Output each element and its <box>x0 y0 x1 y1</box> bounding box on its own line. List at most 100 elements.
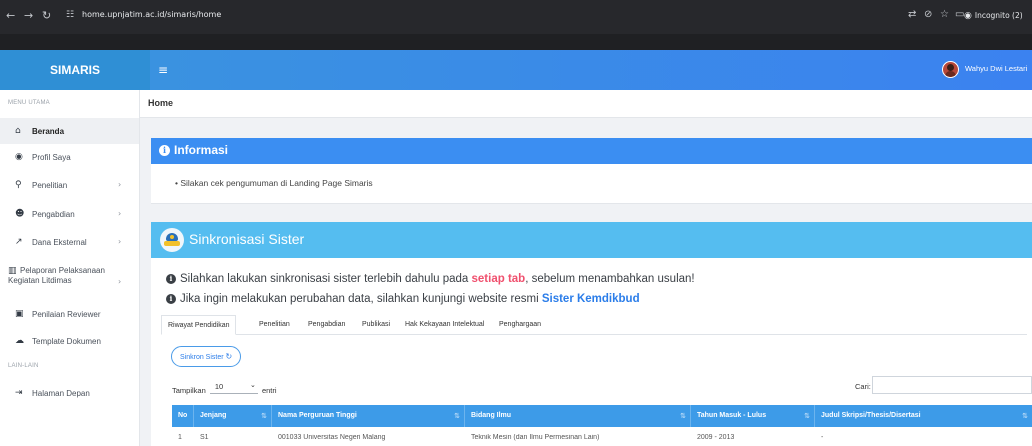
sort-icon: ⇅ <box>804 412 810 420</box>
informasi-title: Informasi <box>174 143 229 157</box>
sidebar-item-profil-saya[interactable]: ◉ Profil Saya <box>0 144 139 170</box>
table-cell: 001033 Universitas Negeri Malang <box>278 434 386 441</box>
sort-icon: ⇅ <box>680 412 686 420</box>
incognito-indicator[interactable]: ◉ Incognito (2) <box>964 8 1023 24</box>
sister-link-notice: i Jika ingin melakukan perubahan data, si… <box>166 293 640 305</box>
sidebar-item-pengabdian[interactable]: ☻ Pengabdian › <box>0 201 139 227</box>
sync-sister-button[interactable]: Sinkron Sister ↻ <box>171 346 242 367</box>
table-cell: S1 <box>200 434 209 441</box>
notice-text: Silahkan lakukan sinkronisasi sister ter… <box>180 273 472 285</box>
sort-icon: ⇅ <box>1022 412 1028 420</box>
informasi-item: • Silakan cek pengumuman di Landing Page… <box>175 178 373 188</box>
breadcrumb: Home <box>140 90 1032 118</box>
info-icon: i <box>159 145 170 156</box>
column-label: Jenjang <box>200 412 227 419</box>
sidebar-item-label-line2: Kegiatan Litdimas <box>8 276 72 285</box>
table-cell: Teknik Mesin (dan Ilmu Permesinan Lain) <box>471 434 600 441</box>
info-icon: i <box>166 294 176 304</box>
refresh-icon: ↻ <box>225 352 233 361</box>
translate-icon[interactable]: ⇄ <box>908 9 916 21</box>
reload-icon[interactable]: ↻ <box>42 10 51 22</box>
table-cell: 2009 - 2013 <box>697 434 735 441</box>
table-header: No Jenjang ⇅ Nama Perguruan Tinggi ⇅ Bidan… <box>172 405 1032 427</box>
entries-length: Tampilkan 10 ⌄ entri <box>172 380 277 395</box>
entries-select-value: 10 <box>214 382 224 391</box>
sidebar-item-beranda[interactable]: ⌂ Beranda <box>0 118 139 144</box>
sidebar-item-label: Pengabdian <box>32 210 75 219</box>
column-header-perguruan-tinggi[interactable]: Nama Perguruan Tinggi ⇅ <box>272 405 465 427</box>
avatar[interactable] <box>942 61 959 78</box>
column-header-bidang-ilmu[interactable]: Bidang Ilmu ⇅ <box>465 405 691 427</box>
notice-text: , sebelum menambahkan usulan! <box>525 273 695 285</box>
bookmark-star-icon[interactable]: ☆ <box>940 9 949 21</box>
chevron-right-icon: › <box>118 209 122 218</box>
address-bar[interactable]: ☷ home.upnjatim.ac.id/simaris/home <box>66 7 916 26</box>
chevron-right-icon: › <box>118 277 122 286</box>
tab-riwayat-pendidikan[interactable]: Riwayat Pendidikan <box>161 315 237 335</box>
tab-penghargaan[interactable]: Penghargaan <box>493 315 547 335</box>
chevron-down-icon: ⌄ <box>249 381 256 389</box>
sister-header: Sinkronisasi Sister <box>151 222 1032 258</box>
sidebar-item-label: Template Dokumen <box>32 337 101 346</box>
site-info-icon[interactable]: ☷ <box>66 9 79 22</box>
sidebar-item-pelaporan[interactable]: ▥ Pelaporan Pelaksanaan Kegiatan Litdima… <box>0 260 139 296</box>
column-header-tahun[interactable]: Tahun Masuk - Lulus ⇅ <box>691 405 815 427</box>
notice-text: Jika ingin melakukan perubahan data, sil… <box>180 293 542 305</box>
sidebar-item-dana-eksternal[interactable]: ↗ Dana Eksternal › <box>0 229 139 255</box>
sync-notice: i Silahkan lakukan sinkronisasi sister te… <box>166 273 695 285</box>
cloud-download-icon: ☁ <box>15 336 24 346</box>
sidebar-item-label: Pelaporan Pelaksanaan <box>20 266 105 275</box>
sidebar-item-template-dokumen[interactable]: ☁ Template Dokumen <box>0 328 139 354</box>
tab-hak-kekayaan-intelektual[interactable]: Hak Kekayaan Intelektual <box>399 315 490 335</box>
sidebar-item-label: Penilaian Reviewer <box>32 310 101 319</box>
back-icon[interactable]: ← <box>6 10 15 22</box>
url-text: home.upnjatim.ac.id/simaris/home <box>82 10 222 19</box>
sister-tabs: Riwayat Pendidikan Penelitian Pengabdian… <box>161 315 1027 335</box>
tab-publikasi[interactable]: Publikasi <box>356 315 396 335</box>
notice-highlight: setiap tab <box>471 273 526 285</box>
column-header-jenjang[interactable]: Jenjang ⇅ <box>194 405 272 427</box>
sidebar-item-label: Profil Saya <box>32 153 71 162</box>
forward-icon[interactable]: → <box>24 10 33 22</box>
sister-title: Sinkronisasi Sister <box>189 231 305 247</box>
sidebar-item-label: Beranda <box>32 127 65 136</box>
tab-pengabdian[interactable]: Pengabdian <box>302 315 351 335</box>
user-name[interactable]: Wahyu Dwi Lestari <box>965 64 1027 73</box>
informasi-body: • Silakan cek pengumuman di Landing Page… <box>151 164 1032 204</box>
sidebar-item-label: Penelitian <box>32 181 68 190</box>
table-row: 1 S1 001033 Universitas Negeri Malang Te… <box>172 427 1032 446</box>
eye-off-icon[interactable]: ⊘ <box>924 9 932 21</box>
sidebar-item-penilaian-reviewer[interactable]: ▣ Penilaian Reviewer <box>0 301 139 327</box>
table-cell: - <box>821 434 824 441</box>
column-label: Tahun Masuk - Lulus <box>697 412 767 419</box>
sidebar-section-main: MENU UTAMA <box>8 100 50 106</box>
informasi-item-text: Silakan cek pengumuman di Landing Page S… <box>180 178 373 188</box>
chevron-right-icon: › <box>118 237 122 246</box>
sidebar: MENU UTAMA ⌂ Beranda ◉ Profil Saya ⚲ Pen… <box>0 90 140 446</box>
entries-select[interactable]: 10 ⌄ <box>209 381 258 394</box>
reviewer-icon: ▣ <box>15 309 24 319</box>
entries-label: entri <box>261 386 277 395</box>
app-brand[interactable]: SIMARIS <box>0 50 150 90</box>
sidebar-item-halaman-depan[interactable]: ⇥ Halaman Depan <box>0 380 139 406</box>
kemdikbud-logo <box>160 228 184 252</box>
user-circle-icon: ◉ <box>15 152 23 162</box>
info-icon: i <box>166 274 176 284</box>
column-header-judul[interactable]: Judul Skripsi/Thesis/Disertasi ⇅ <box>815 405 1032 427</box>
sort-icon: ⇅ <box>261 412 267 420</box>
column-header-no[interactable]: No <box>172 405 194 427</box>
search-input[interactable] <box>872 376 1032 394</box>
sister-kemdikbud-link[interactable]: Sister Kemdikbud <box>542 293 640 305</box>
sidebar-item-label: Dana Eksternal <box>32 238 87 247</box>
sidebar-item-penelitian[interactable]: ⚲ Penelitian › <box>0 172 139 198</box>
hamburger-icon[interactable]: ≡ <box>158 63 168 77</box>
sort-icon: ⇅ <box>454 412 460 420</box>
informasi-header: i Informasi <box>151 138 1032 164</box>
chevron-right-icon: › <box>118 180 122 189</box>
show-label: Tampilkan <box>172 386 206 395</box>
column-label: Judul Skripsi/Thesis/Disertasi <box>821 412 921 419</box>
column-label: Nama Perguruan Tinggi <box>278 412 357 419</box>
tab-penelitian[interactable]: Penelitian <box>253 315 296 335</box>
sync-sister-label: Sinkron Sister <box>180 354 224 361</box>
users-icon: ☻ <box>15 209 25 219</box>
